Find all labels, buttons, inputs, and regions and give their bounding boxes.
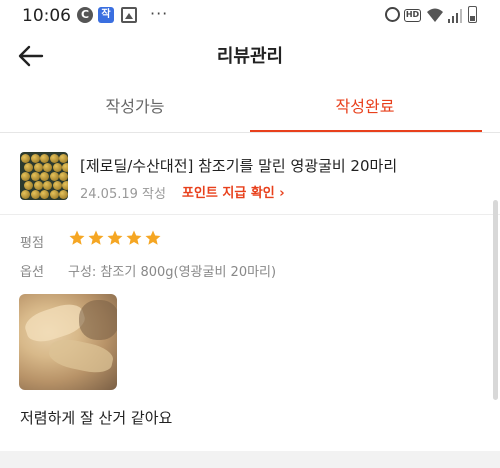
star-icon [126, 230, 142, 245]
status-bar: 10:06 C 작 ··· HD [0, 0, 500, 32]
thumbnail-fish [59, 190, 68, 199]
bottom-divider [0, 451, 500, 468]
thumbnail-fish [40, 172, 49, 181]
thumbnail-fish [52, 181, 62, 190]
thumbnail-fish [33, 181, 43, 190]
wifi-icon [426, 7, 444, 23]
image-notification-icon [121, 7, 137, 23]
thumbnail-fish [59, 172, 68, 181]
review-text: 저렴하게 잘 산거 같아요 [20, 409, 173, 427]
app-header: 리뷰관리 [0, 32, 500, 78]
c-app-icon: C [77, 7, 93, 23]
section-divider [0, 214, 500, 215]
star-icon [107, 230, 123, 245]
option-label: 옵션 [20, 265, 44, 280]
option-value: 구성: 참조기 800g(영광굴비 20마리) [68, 265, 277, 280]
thumbnail-fish [49, 172, 59, 181]
thumbnail-fish [21, 172, 30, 181]
thumbnail-fish [24, 163, 33, 172]
battery-icon [468, 6, 477, 23]
tab-label: 작성완료 [335, 97, 395, 116]
thumbnail-fish [43, 181, 52, 190]
photo-detail [79, 300, 117, 340]
hd-voice-icon: HD [404, 9, 421, 22]
star-icon [145, 230, 161, 245]
thumbnail-fish [49, 154, 59, 163]
photo-detail [46, 335, 116, 377]
more-notifications-icon: ··· [150, 4, 169, 23]
thumbnail-fish [52, 163, 62, 172]
tab-completed[interactable]: 작성완료 [250, 88, 482, 132]
thumbnail-fish [21, 190, 30, 199]
thumbnail-fish [33, 163, 43, 172]
product-name[interactable]: [제로딜/수산대전] 참조기를 말린 영광굴비 20마리 [80, 155, 397, 176]
review-date: 24.05.19 작성 [80, 187, 166, 202]
thumbnail-fish [21, 154, 30, 163]
tabs-divider [0, 132, 500, 133]
point-confirm-link[interactable]: 포인트 지급 확인 › [182, 182, 285, 201]
star-rating [68, 229, 163, 251]
thumbnail-fish [30, 190, 40, 199]
thumbnail-fish [43, 163, 52, 172]
star-icon [69, 230, 85, 245]
app-notification-icon: 작 [98, 7, 114, 23]
thumbnail-fish [24, 181, 33, 190]
review-photo[interactable] [19, 294, 117, 390]
thumbnail-fish [59, 154, 68, 163]
thumbnail-fish [62, 181, 68, 190]
thumbnail-fish [40, 154, 49, 163]
star-icon [88, 230, 104, 245]
scrollbar[interactable] [493, 200, 498, 400]
thumbnail-fish [30, 154, 40, 163]
signal-icon [448, 8, 462, 23]
status-time: 10:06 [22, 6, 71, 26]
thumbnail-fish [62, 163, 68, 172]
alarm-icon [385, 7, 400, 22]
review-tabs: 작성가능 작성완료 [0, 88, 500, 132]
thumbnail-fish [30, 172, 40, 181]
page-title: 리뷰관리 [216, 46, 284, 67]
product-thumbnail[interactable] [20, 152, 68, 200]
tab-writable[interactable]: 작성가능 [20, 88, 250, 132]
thumbnail-fish [49, 190, 59, 199]
rating-label: 평점 [20, 236, 44, 251]
thumbnail-fish [40, 190, 49, 199]
tab-label: 작성가능 [105, 97, 165, 116]
